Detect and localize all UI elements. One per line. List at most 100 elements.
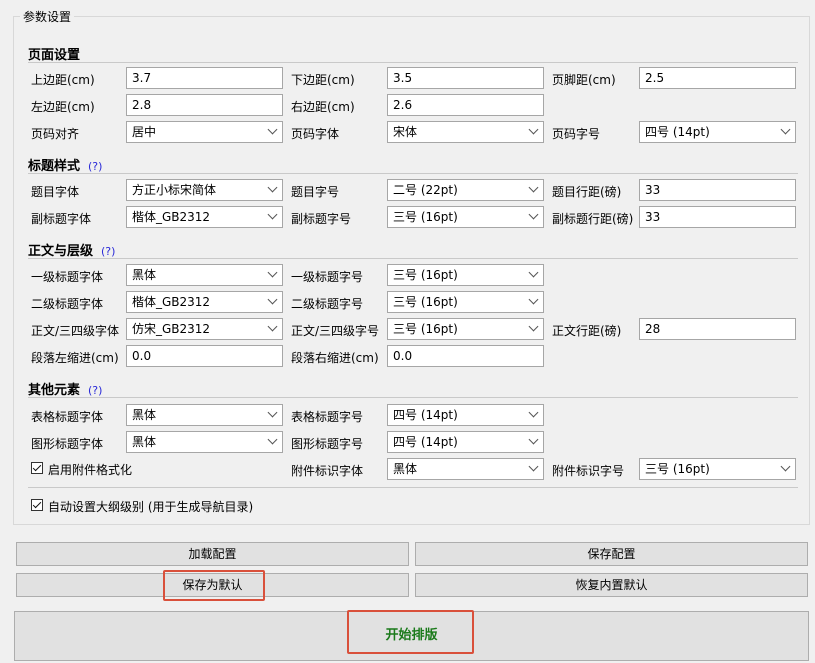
title-size-select[interactable]: 二号 (22pt): [387, 179, 544, 201]
attach-size-select[interactable]: 三号 (16pt): [639, 458, 796, 480]
section-divider: [28, 397, 798, 398]
chevron-down-icon: [528, 182, 539, 193]
table-font-select[interactable]: 黑体: [126, 404, 283, 426]
section-title-page-text: 页面设置: [28, 48, 81, 63]
h2-size-value: 三号 (16pt): [393, 295, 458, 309]
pagenum-size-label: 页码字号: [552, 127, 601, 141]
pagenum-font-select[interactable]: 宋体: [387, 121, 544, 143]
auto-outline-label[interactable]: 自动设置大纲级别 (用于生成导航目录): [48, 498, 253, 515]
chevron-down-icon: [780, 461, 791, 472]
highlight-box: [347, 610, 474, 654]
pagenum-font-value: 宋体: [393, 125, 418, 139]
section-title-body-text: 正文与层级: [28, 244, 94, 259]
left-margin-input[interactable]: 2.8: [126, 94, 283, 116]
attach-enable-checkbox[interactable]: [31, 462, 43, 474]
figure-font-select[interactable]: 黑体: [126, 431, 283, 453]
auto-outline-checkbox[interactable]: [31, 499, 43, 511]
text-spacing-input[interactable]: 28: [639, 318, 796, 340]
table-size-value: 四号 (14pt): [393, 408, 458, 422]
subtitle-size-select[interactable]: 三号 (16pt): [387, 206, 544, 228]
table-font-label: 表格标题字体: [31, 410, 104, 424]
text-size-select[interactable]: 三号 (16pt): [387, 318, 544, 340]
highlight-box: [163, 570, 265, 601]
pagenum-size-select[interactable]: 四号 (14pt): [639, 121, 796, 143]
h1-size-value: 三号 (16pt): [393, 268, 458, 282]
indent-left-label: 段落左缩进(cm): [31, 351, 119, 365]
attach-font-label: 附件标识字体: [291, 464, 364, 478]
save-config-button[interactable]: 保存配置: [415, 542, 808, 566]
figure-font-label: 图形标题字体: [31, 437, 104, 451]
section-title-other: 其他元素 (?): [28, 379, 102, 398]
load-config-button[interactable]: 加载配置: [16, 542, 409, 566]
subtitle-size-value: 三号 (16pt): [393, 210, 458, 224]
text-size-value: 三号 (16pt): [393, 322, 458, 336]
table-font-value: 黑体: [132, 408, 157, 422]
subtitle-spacing-label: 副标题行距(磅): [552, 212, 634, 226]
title-font-select[interactable]: 方正小标宋简体: [126, 179, 283, 201]
chevron-down-icon: [528, 461, 539, 472]
right-margin-input[interactable]: 2.6: [387, 94, 544, 116]
indent-right-input[interactable]: 0.0: [387, 345, 544, 367]
table-size-select[interactable]: 四号 (14pt): [387, 404, 544, 426]
attach-font-value: 黑体: [393, 462, 418, 476]
section-title-body: 正文与层级 (?): [28, 240, 115, 259]
chevron-down-icon: [780, 124, 791, 135]
bottom-margin-label: 下边距(cm): [291, 73, 355, 87]
restore-default-button[interactable]: 恢复内置默认: [415, 573, 808, 597]
indent-right-label: 段落右缩进(cm): [291, 351, 379, 365]
chevron-down-icon: [267, 124, 278, 135]
chevron-down-icon: [267, 407, 278, 418]
help-link[interactable]: (?): [88, 384, 102, 397]
h2-font-label: 二级标题字体: [31, 297, 104, 311]
subtitle-font-select[interactable]: 楷体_GB2312: [126, 206, 283, 228]
chevron-down-icon: [267, 294, 278, 305]
footer-margin-input[interactable]: 2.5: [639, 67, 796, 89]
h1-font-select[interactable]: 黑体: [126, 264, 283, 286]
pagenum-align-select[interactable]: 居中: [126, 121, 283, 143]
top-margin-input[interactable]: 3.7: [126, 67, 283, 89]
chevron-down-icon: [267, 209, 278, 220]
bottom-margin-input[interactable]: 3.5: [387, 67, 544, 89]
text-size-label: 正文/三四级字号: [291, 324, 380, 338]
figure-size-select[interactable]: 四号 (14pt): [387, 431, 544, 453]
attach-size-label: 附件标识字号: [552, 464, 625, 478]
top-margin-label: 上边距(cm): [31, 73, 95, 87]
text-font-label: 正文/三四级字体: [31, 324, 120, 338]
title-spacing-input[interactable]: 33: [639, 179, 796, 201]
h2-size-select[interactable]: 三号 (16pt): [387, 291, 544, 313]
chevron-down-icon: [267, 434, 278, 445]
chevron-down-icon: [267, 267, 278, 278]
title-font-value: 方正小标宋简体: [132, 183, 217, 197]
section-title-heading: 标题样式 (?): [28, 155, 102, 174]
section-title-other-text: 其他元素: [28, 383, 81, 398]
title-font-label: 题目字体: [31, 185, 80, 199]
indent-left-input[interactable]: 0.0: [126, 345, 283, 367]
subtitle-font-label: 副标题字体: [31, 212, 92, 226]
attach-font-select[interactable]: 黑体: [387, 458, 544, 480]
text-font-value: 仿宋_GB2312: [132, 322, 211, 336]
chevron-down-icon: [528, 267, 539, 278]
section-divider: [28, 487, 798, 488]
text-font-select[interactable]: 仿宋_GB2312: [126, 318, 283, 340]
section-divider: [28, 258, 798, 259]
section-divider: [28, 62, 798, 63]
chevron-down-icon: [267, 321, 278, 332]
pagenum-font-label: 页码字体: [291, 127, 340, 141]
help-link[interactable]: (?): [101, 245, 115, 258]
chevron-down-icon: [528, 407, 539, 418]
chevron-down-icon: [267, 182, 278, 193]
left-margin-label: 左边距(cm): [31, 100, 95, 114]
h1-size-select[interactable]: 三号 (16pt): [387, 264, 544, 286]
attach-size-value: 三号 (16pt): [645, 462, 710, 476]
subtitle-spacing-input[interactable]: 33: [639, 206, 796, 228]
text-spacing-label: 正文行距(磅): [552, 324, 622, 338]
footer-margin-label: 页脚距(cm): [552, 73, 616, 87]
title-size-value: 二号 (22pt): [393, 183, 458, 197]
h2-font-select[interactable]: 楷体_GB2312: [126, 291, 283, 313]
figure-font-value: 黑体: [132, 435, 157, 449]
attach-enable-label[interactable]: 启用附件格式化: [48, 461, 132, 478]
title-size-label: 题目字号: [291, 185, 340, 199]
section-title-page: 页面设置: [28, 44, 80, 63]
chevron-down-icon: [528, 209, 539, 220]
help-link[interactable]: (?): [88, 160, 102, 173]
